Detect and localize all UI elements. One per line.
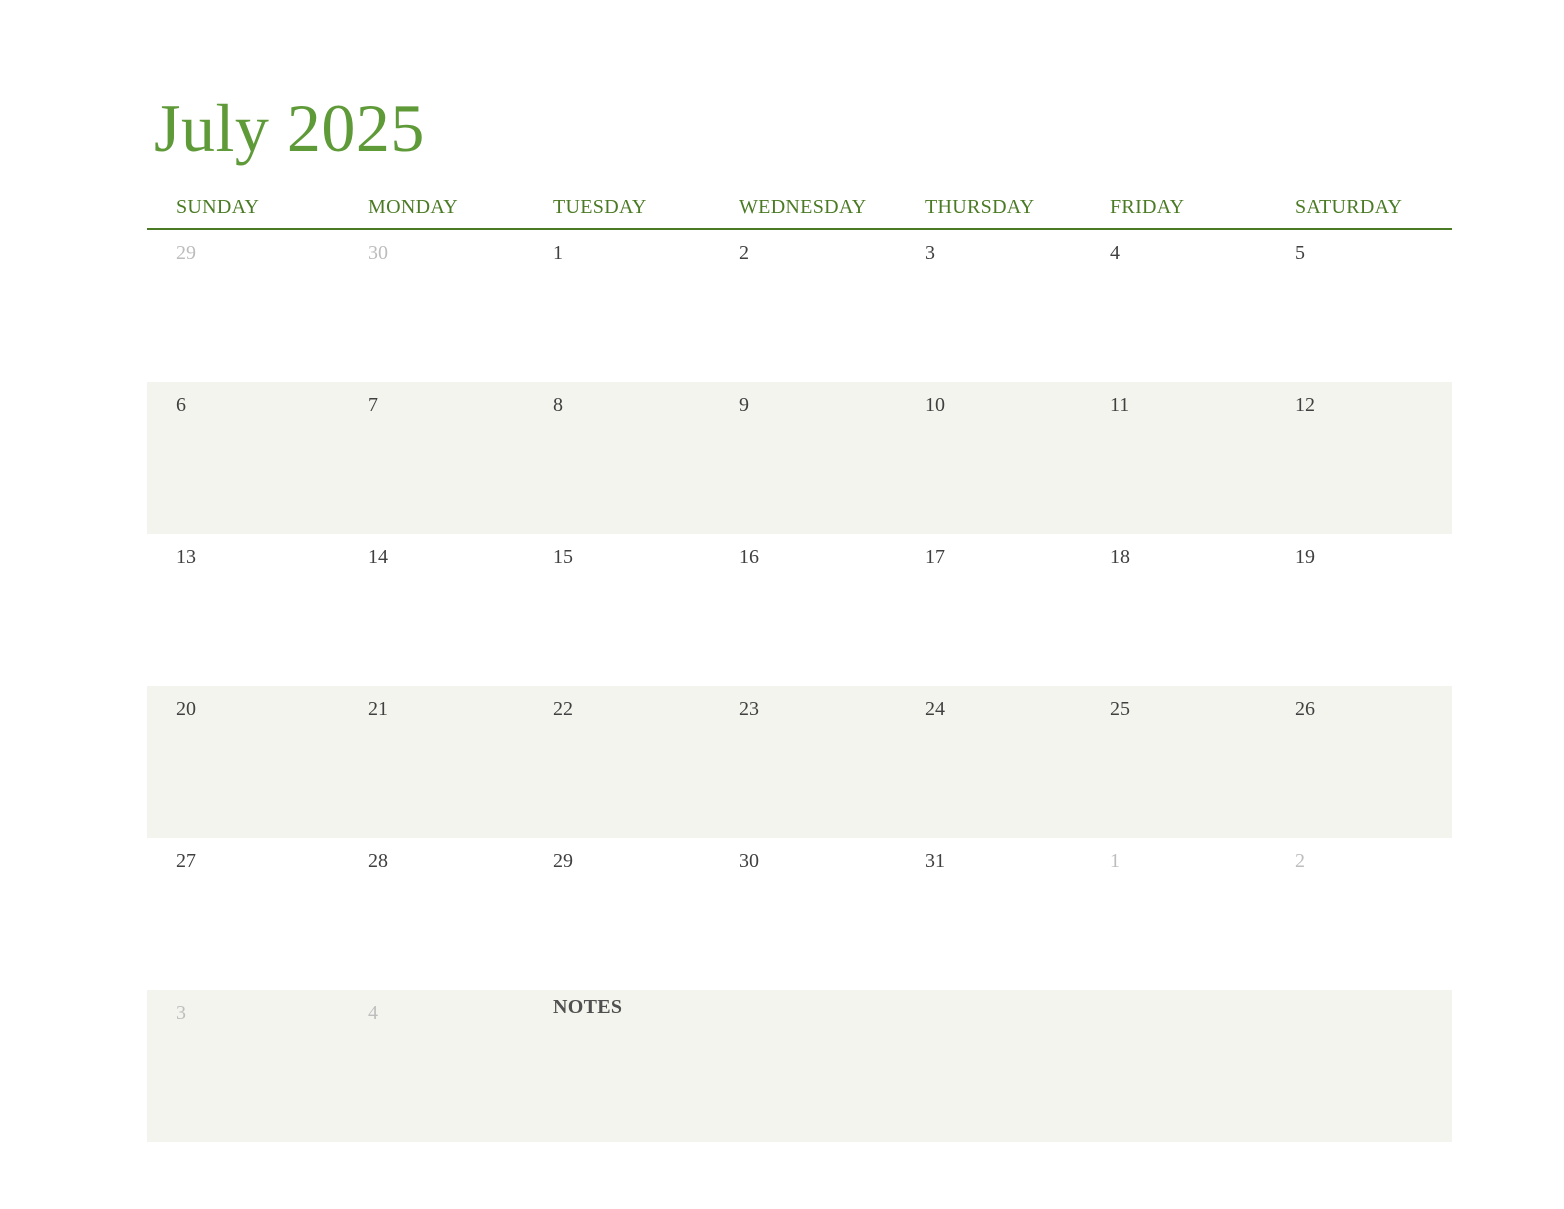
date-number: 30	[368, 242, 388, 264]
calendar-title: July 2025	[154, 90, 425, 166]
last-week-row: 3 4 NOTES	[147, 990, 1452, 1142]
date-cell[interactable]: 18	[1081, 534, 1266, 686]
date-number: 6	[176, 394, 186, 416]
date-number: 31	[925, 850, 945, 872]
week-row: 6 7 8 9 10 11 12	[147, 382, 1452, 534]
date-cell[interactable]: 20	[147, 686, 339, 838]
date-cell[interactable]: 26	[1266, 686, 1452, 838]
date-number: 23	[739, 698, 759, 720]
date-number: 12	[1295, 394, 1315, 416]
date-number: 15	[553, 546, 573, 568]
weekday-saturday: SATURDAY	[1295, 196, 1403, 218]
week-row: 27 28 29 30 31 1 2	[147, 838, 1452, 990]
date-cell[interactable]: 5	[1266, 230, 1452, 382]
date-cell[interactable]: 12	[1266, 382, 1452, 534]
notes-area[interactable]: NOTES	[524, 990, 1452, 1142]
weekday-monday: MONDAY	[368, 196, 458, 218]
date-number: 20	[176, 698, 196, 720]
date-number: 9	[739, 394, 749, 416]
date-cell[interactable]: 13	[147, 534, 339, 686]
date-number: 3	[925, 242, 935, 264]
date-cell[interactable]: 2	[710, 230, 896, 382]
date-number: 10	[925, 394, 945, 416]
date-cell[interactable]: 25	[1081, 686, 1266, 838]
calendar-grid: SUNDAY MONDAY TUESDAY WEDNESDAY THURSDAY…	[147, 190, 1452, 1142]
week-row: 20 21 22 23 24 25 26	[147, 686, 1452, 838]
date-cell[interactable]: 6	[147, 382, 339, 534]
date-number: 21	[368, 698, 388, 720]
date-cell[interactable]: 22	[524, 686, 710, 838]
date-number: 3	[176, 1002, 186, 1024]
date-cell[interactable]: 17	[896, 534, 1081, 686]
date-cell[interactable]: 19	[1266, 534, 1452, 686]
weekday-thursday: THURSDAY	[925, 196, 1035, 218]
weekday-sunday: SUNDAY	[176, 196, 260, 218]
date-number: 17	[925, 546, 945, 568]
date-cell[interactable]: 29	[524, 838, 710, 990]
date-cell[interactable]: 15	[524, 534, 710, 686]
date-number: 24	[925, 698, 945, 720]
weekday-friday: FRIDAY	[1110, 196, 1185, 218]
date-number: 1	[553, 242, 563, 264]
date-number: 2	[1295, 850, 1305, 872]
date-cell[interactable]: 9	[710, 382, 896, 534]
date-number: 29	[553, 850, 573, 872]
date-cell[interactable]: 3	[896, 230, 1081, 382]
date-number: 25	[1110, 698, 1130, 720]
date-cell[interactable]: 7	[339, 382, 524, 534]
date-cell[interactable]: 31	[896, 838, 1081, 990]
date-number: 8	[553, 394, 563, 416]
date-cell[interactable]: 21	[339, 686, 524, 838]
date-cell[interactable]: 16	[710, 534, 896, 686]
date-number: 2	[739, 242, 749, 264]
date-number: 13	[176, 546, 196, 568]
date-number: 4	[368, 1002, 378, 1024]
date-cell[interactable]: 23	[710, 686, 896, 838]
date-cell[interactable]: 27	[147, 838, 339, 990]
date-cell[interactable]: 14	[339, 534, 524, 686]
notes-label: NOTES	[553, 996, 623, 1018]
weekday-header-row: SUNDAY MONDAY TUESDAY WEDNESDAY THURSDAY…	[147, 190, 1452, 230]
date-number: 29	[176, 242, 196, 264]
date-number: 14	[368, 546, 388, 568]
week-row: 29 30 1 2 3 4 5	[147, 230, 1452, 382]
date-number: 22	[553, 698, 573, 720]
calendar-page: July 2025 SUNDAY MONDAY TUESDAY WEDNESDA…	[0, 0, 1564, 1209]
weekday-tuesday: TUESDAY	[553, 196, 647, 218]
date-cell[interactable]: 10	[896, 382, 1081, 534]
date-number: 27	[176, 850, 196, 872]
weekday-wednesday: WEDNESDAY	[739, 196, 867, 218]
date-cell[interactable]: 4	[339, 990, 524, 1142]
date-number: 4	[1110, 242, 1120, 264]
date-number: 28	[368, 850, 388, 872]
date-number: 1	[1110, 850, 1120, 872]
date-number: 5	[1295, 242, 1305, 264]
date-cell[interactable]: 8	[524, 382, 710, 534]
date-number: 7	[368, 394, 378, 416]
date-cell[interactable]: 11	[1081, 382, 1266, 534]
date-cell[interactable]: 2	[1266, 838, 1452, 990]
date-cell[interactable]: 30	[339, 230, 524, 382]
date-cell[interactable]: 29	[147, 230, 339, 382]
date-number: 30	[739, 850, 759, 872]
date-cell[interactable]: 1	[1081, 838, 1266, 990]
date-cell[interactable]: 28	[339, 838, 524, 990]
date-number: 16	[739, 546, 759, 568]
date-number: 11	[1110, 394, 1130, 416]
date-number: 26	[1295, 698, 1315, 720]
date-cell[interactable]: 1	[524, 230, 710, 382]
date-cell[interactable]: 4	[1081, 230, 1266, 382]
date-cell[interactable]: 3	[147, 990, 339, 1142]
date-cell[interactable]: 24	[896, 686, 1081, 838]
date-number: 18	[1110, 546, 1130, 568]
date-number: 19	[1295, 546, 1315, 568]
weeks-container: 29 30 1 2 3 4 5 6 7 8 9 10 11 12 13 14 15 16 17 18 19 20 21 22 2…	[147, 230, 1452, 990]
week-row: 13 14 15 16 17 18 19	[147, 534, 1452, 686]
date-cell[interactable]: 30	[710, 838, 896, 990]
